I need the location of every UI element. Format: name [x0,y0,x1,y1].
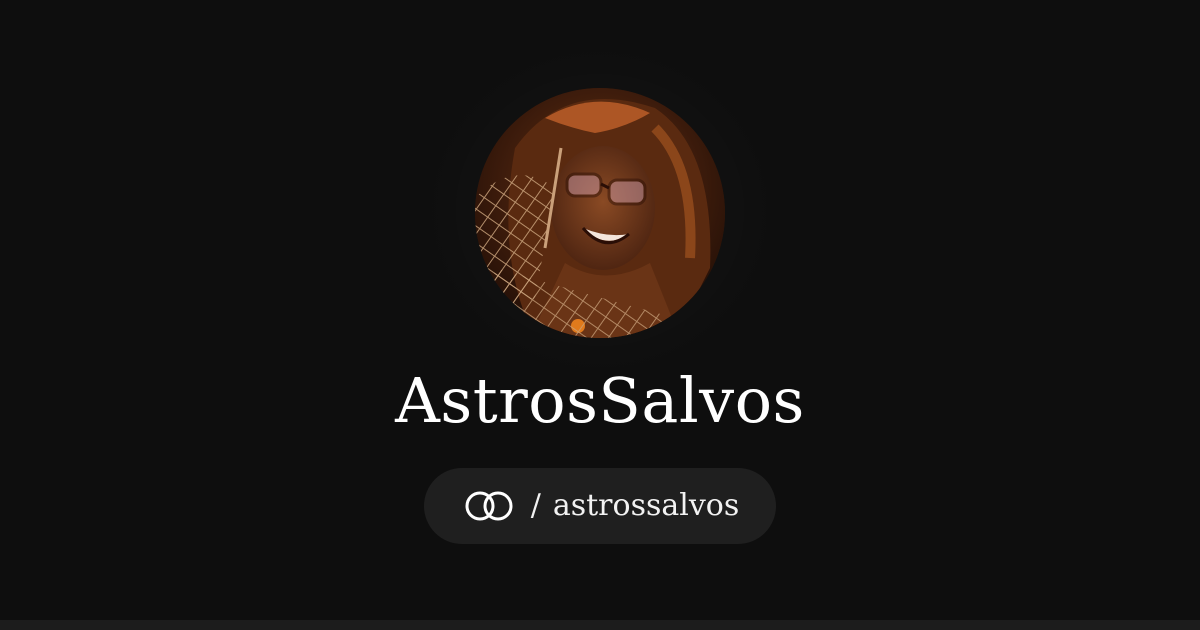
handle-text: astrossalvos [552,488,740,523]
linked-rings-icon [461,488,519,524]
display-name: AstrosSalvos [395,364,805,437]
handle-link-pill[interactable]: / astrossalvos [424,468,776,544]
avatar[interactable] [475,88,725,338]
avatar-artwork [475,88,725,338]
bottom-divider [0,620,1200,630]
handle-separator: / [530,488,541,523]
profile-card: AstrosSalvos / astrossalvos [0,0,1200,630]
